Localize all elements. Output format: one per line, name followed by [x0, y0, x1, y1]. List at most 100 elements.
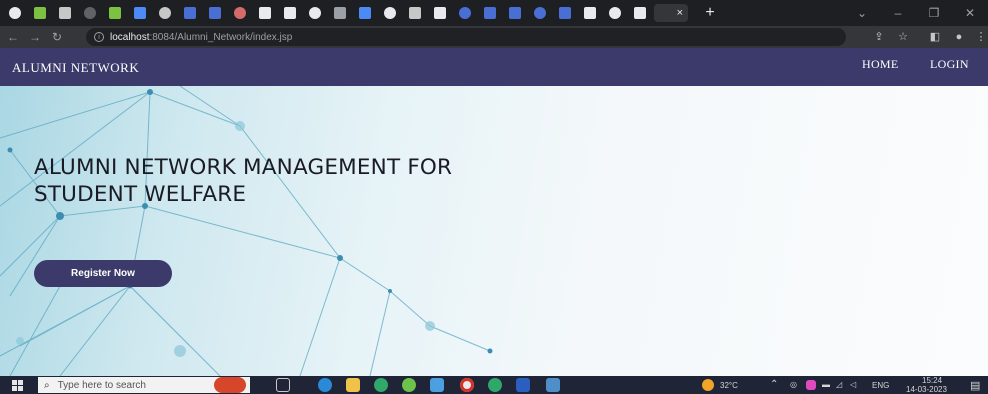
tab-18[interactable]	[429, 4, 450, 22]
chrome-icon[interactable]	[460, 378, 474, 392]
volume-icon[interactable]: ◁	[850, 380, 856, 389]
file-explorer-icon[interactable]	[346, 378, 360, 392]
tab-favicon-icon	[108, 7, 121, 19]
tab-favicon-icon	[458, 7, 471, 19]
tab-8[interactable]	[179, 4, 200, 22]
app-icon-5[interactable]	[546, 378, 560, 392]
tab-15[interactable]	[354, 4, 375, 22]
tab-favicon-icon	[508, 7, 521, 19]
search-icon: ⌕	[44, 379, 50, 391]
tab-favicon-icon	[283, 7, 296, 19]
tab-favicon-icon	[383, 7, 396, 19]
close-tab-icon[interactable]: ×	[677, 7, 683, 19]
forward-arrow-icon[interactable]: →	[26, 30, 44, 44]
app-icon-2[interactable]	[402, 378, 416, 392]
site-navbar: ALUMNI NETWORK HOME LOGIN	[0, 48, 988, 86]
tab-favicon-icon	[533, 7, 546, 19]
app-icon-4[interactable]	[488, 378, 502, 392]
tab-3[interactable]	[54, 4, 75, 22]
tab-favicon-icon	[8, 7, 21, 19]
weather-icon[interactable]	[702, 379, 714, 391]
tray-chevron-icon[interactable]: ⌃	[770, 379, 778, 390]
word-icon[interactable]	[516, 378, 530, 392]
new-tab-button[interactable]: +	[700, 4, 720, 22]
tab-23[interactable]	[554, 4, 575, 22]
hero-title-line-1: ALUMNI NETWORK MANAGEMENT FOR	[34, 155, 453, 180]
tab-favicon-icon	[608, 7, 621, 19]
search-highlight-image-icon[interactable]	[214, 377, 246, 393]
task-view-icon[interactable]	[276, 378, 290, 392]
wifi-icon[interactable]: ◿	[836, 380, 842, 389]
side-panel-icon[interactable]: ◧	[928, 30, 942, 44]
tab-favicon-icon	[83, 7, 96, 19]
site-info-icon[interactable]: i	[94, 32, 104, 42]
register-now-button[interactable]: Register Now	[34, 260, 172, 287]
tab-7[interactable]	[154, 4, 175, 22]
bookmark-star-icon[interactable]: ☆	[896, 30, 910, 44]
tab-search-chevron-icon[interactable]: ⌄	[844, 0, 880, 26]
notification-icon[interactable]: ▤	[970, 379, 980, 392]
tab-19[interactable]	[454, 4, 475, 22]
windows-start-icon[interactable]	[12, 380, 23, 391]
url-path: :8084/Alumni_Network/index.jsp	[149, 31, 293, 43]
tab-11[interactable]	[254, 4, 275, 22]
tab-26[interactable]	[629, 4, 650, 22]
tray-app-icon-2[interactable]	[806, 380, 816, 390]
reload-icon[interactable]: ↻	[48, 30, 66, 44]
tab-12[interactable]	[279, 4, 300, 22]
tab-13[interactable]	[304, 4, 325, 22]
tab-6[interactable]	[129, 4, 150, 22]
clock-date[interactable]: 14-03-2023	[906, 385, 947, 394]
maximize-button[interactable]: ❐	[916, 0, 952, 26]
tab-17[interactable]	[404, 4, 425, 22]
tab-favicon-icon	[258, 7, 271, 19]
tab-favicon-icon	[133, 7, 146, 19]
tab-favicon-icon	[58, 7, 71, 19]
tab-favicon-icon	[183, 7, 196, 19]
tray-app-icon[interactable]: ◎	[790, 380, 797, 389]
clock-time[interactable]: 15:24	[922, 376, 942, 385]
tab-16[interactable]	[379, 4, 400, 22]
tab-5[interactable]	[104, 4, 125, 22]
close-window-button[interactable]: ✕	[952, 0, 988, 26]
profile-icon[interactable]: ●	[952, 30, 966, 44]
network-background-graphic	[0, 86, 493, 376]
tab-24[interactable]	[579, 4, 600, 22]
active-tab[interactable]: ×	[654, 4, 688, 22]
tab-favicon-icon	[408, 7, 421, 19]
brand-logo-text[interactable]: ALUMNI NETWORK	[12, 60, 139, 76]
browser-menu-icon[interactable]: ⋮	[974, 30, 988, 44]
tab-25[interactable]	[604, 4, 625, 22]
browser-tab-strip: × +	[0, 0, 988, 26]
nav-login-link[interactable]: LOGIN	[930, 57, 969, 72]
tab-favicon-icon	[358, 7, 371, 19]
tab-favicon-icon	[558, 7, 571, 19]
back-arrow-icon[interactable]: ←	[4, 30, 22, 44]
hero-title: ALUMNI NETWORK MANAGEMENT FOR STUDENT WE…	[34, 154, 594, 208]
address-bar: ← → ↻ i localhost :8084/Alumni_Network/i…	[0, 26, 988, 48]
minimize-button[interactable]: –	[880, 0, 916, 26]
tab-favicon-icon	[33, 7, 46, 19]
nav-home-link[interactable]: HOME	[862, 57, 899, 72]
edge-browser-icon[interactable]	[318, 378, 332, 392]
tab-2[interactable]	[29, 4, 50, 22]
tab-10[interactable]	[229, 4, 250, 22]
tab-4[interactable]	[79, 4, 100, 22]
app-icon-1[interactable]	[374, 378, 388, 392]
tab-14[interactable]	[329, 4, 350, 22]
language-indicator[interactable]: ENG	[872, 381, 889, 390]
tab-favicon-icon	[158, 7, 171, 19]
tab-20[interactable]	[479, 4, 500, 22]
tab-21[interactable]	[504, 4, 525, 22]
tab-favicon-icon	[333, 7, 346, 19]
tab-1[interactable]	[4, 4, 25, 22]
url-field[interactable]: i localhost :8084/Alumni_Network/index.j…	[86, 28, 846, 46]
url-host: localhost	[110, 31, 150, 43]
tab-22[interactable]	[529, 4, 550, 22]
share-icon[interactable]: ⇪	[872, 30, 886, 44]
hero-section: ALUMNI NETWORK MANAGEMENT FOR STUDENT WE…	[0, 86, 988, 376]
battery-icon[interactable]: ▬	[822, 380, 830, 389]
tab-favicon-icon	[633, 7, 646, 19]
app-icon-3[interactable]	[430, 378, 444, 392]
tab-9[interactable]	[204, 4, 225, 22]
